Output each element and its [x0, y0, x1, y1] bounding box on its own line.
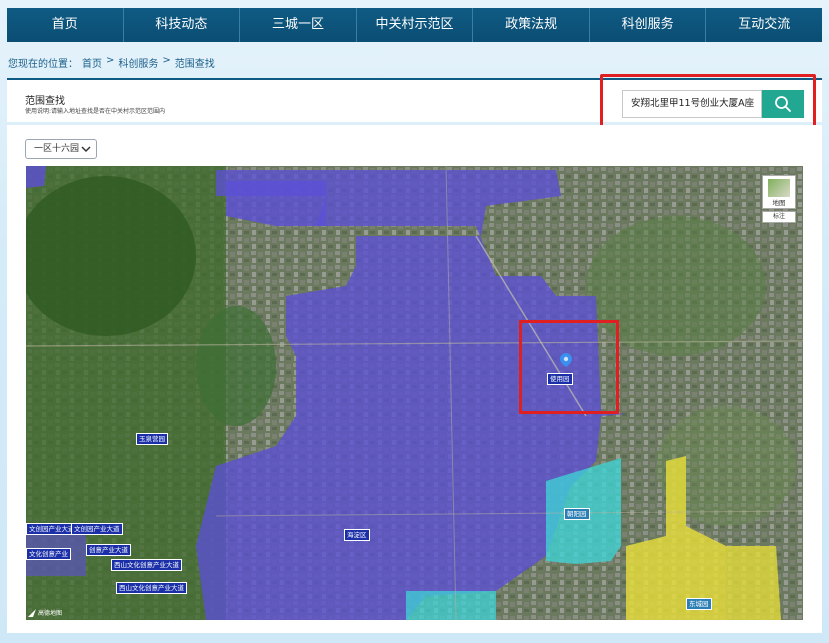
- page-title: 范围查找: [25, 96, 65, 107]
- map-thumbnail: [768, 179, 790, 197]
- breadcrumb-current: 范围查找: [174, 59, 215, 70]
- map-annotation-toggle[interactable]: 标注: [762, 211, 796, 223]
- map-label-cultural-1[interactable]: 文创园产业大道: [26, 523, 78, 535]
- map-label-dongcheng[interactable]: 东城园: [686, 598, 712, 610]
- breadcrumb-home[interactable]: 首页: [82, 55, 102, 70]
- zone-cyan-south: [406, 591, 496, 620]
- map-view[interactable]: 使用园 玉泉营园 海淀区 朝阳园 东城园 文创园产业大道 文创园产业大道 创意产…: [26, 166, 803, 620]
- nav-item-home[interactable]: 首页: [7, 8, 124, 42]
- map-type-toggle[interactable]: 地图: [762, 175, 796, 209]
- top-navigation: 首页 科技动态 三城一区 中关村示范区 政策法规 科创服务 互动交流: [7, 8, 822, 42]
- nav-item-policy[interactable]: 政策法规: [473, 8, 590, 42]
- map-label-cultural-2[interactable]: 文创园产业大道: [71, 523, 123, 535]
- map-label-marker-zone[interactable]: 使用园: [547, 373, 573, 385]
- nav-item-tech-news[interactable]: 科技动态: [124, 8, 241, 42]
- map-label-cultural-4[interactable]: 文化创意产业: [26, 548, 71, 560]
- district-select-value: 一区十六园: [34, 144, 80, 154]
- breadcrumb: 您现在的位置： 首页 > 科创服务 > 范围查找: [8, 55, 215, 70]
- map-logo-text: 高德地图: [38, 610, 63, 617]
- map-label-chaoyang[interactable]: 朝阳园: [564, 508, 590, 520]
- page-description: 使用说明:请输入地址查找是否在中关村示范区范围内: [25, 108, 166, 115]
- breadcrumb-separator: >: [162, 55, 171, 66]
- chevron-down-icon: [81, 146, 91, 153]
- map-type-label: 地图: [772, 199, 786, 207]
- location-marker-icon[interactable]: [560, 352, 572, 371]
- zone-yellow-east: [726, 546, 781, 620]
- district-select[interactable]: 一区十六园: [25, 139, 97, 159]
- search-button[interactable]: [762, 90, 804, 118]
- search-icon: [775, 96, 791, 112]
- amap-logo-icon: [28, 608, 36, 617]
- zone-purple-topleft: [26, 166, 46, 188]
- breadcrumb-prefix: 您现在的位置：: [8, 59, 78, 70]
- address-search-input[interactable]: 安翔北里甲11号创业大厦A座: [622, 90, 762, 118]
- breadcrumb-separator: >: [106, 55, 115, 66]
- map-label-cultural-6[interactable]: 西山文化创意产业大道: [116, 582, 187, 594]
- breadcrumb-services[interactable]: 科创服务: [118, 55, 158, 70]
- map-provider-logo: 高德地图: [28, 608, 62, 617]
- map-label-yuquanying[interactable]: 玉泉营园: [136, 433, 168, 445]
- nav-item-services[interactable]: 科创服务: [590, 8, 707, 42]
- map-label-cultural-3[interactable]: 创意产业大道: [86, 544, 131, 556]
- map-label-cultural-5[interactable]: 西山文化创意产业大道: [111, 559, 182, 571]
- nav-item-zgc-zone[interactable]: 中关村示范区: [357, 8, 474, 42]
- nav-item-three-cities[interactable]: 三城一区: [240, 8, 357, 42]
- map-canvas: [26, 166, 803, 620]
- nav-item-interaction[interactable]: 互动交流: [706, 8, 822, 42]
- map-label-haidian[interactable]: 海淀区: [344, 529, 370, 541]
